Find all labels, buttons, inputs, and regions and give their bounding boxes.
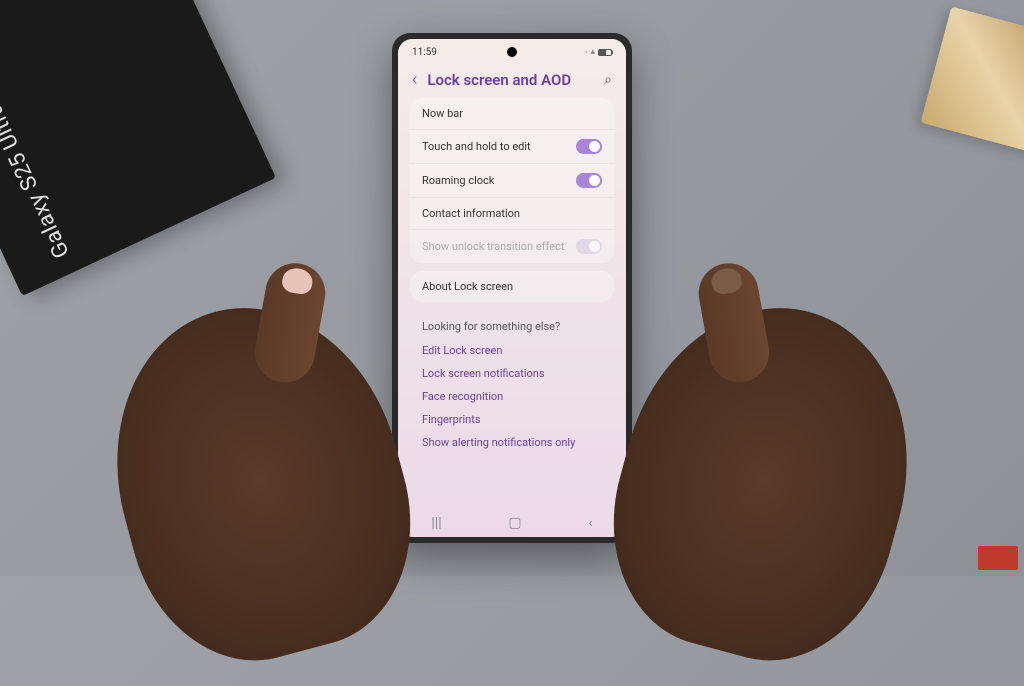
settings-group-2: About Lock screen	[410, 271, 614, 302]
link-face[interactable]: Face recognition	[422, 385, 602, 408]
status-time: 11:59	[412, 47, 437, 58]
row-label: Contact information	[422, 207, 520, 220]
row-unlock-effect: Show unlock transition effect	[410, 229, 614, 263]
right-nail	[710, 266, 744, 296]
link-edit-lock[interactable]: Edit Lock screen	[422, 339, 602, 362]
phone-screen: 11:59 ◦ ▴ ‹ Lock screen and AOD ⌕ Now ba…	[398, 39, 626, 537]
product-box: Galaxy S25 Ultra	[0, 0, 276, 296]
row-now-bar[interactable]: Now bar	[410, 98, 614, 129]
row-touch-hold[interactable]: Touch and hold to edit	[410, 129, 614, 163]
camera-cutout	[507, 47, 517, 57]
box-label: Galaxy S25 Ultra	[0, 99, 75, 262]
row-label: Touch and hold to edit	[422, 140, 531, 153]
settings-header: ‹ Lock screen and AOD ⌕	[398, 61, 626, 98]
footer-heading: Looking for something else?	[422, 314, 602, 339]
corner-logo	[978, 546, 1018, 570]
row-label: Now bar	[422, 107, 463, 120]
footer-links: Looking for something else? Edit Lock sc…	[410, 310, 614, 458]
search-icon[interactable]: ⌕	[604, 72, 612, 88]
left-finger	[250, 259, 330, 388]
left-hand	[79, 276, 440, 686]
back-icon[interactable]: ‹	[412, 69, 417, 90]
nav-home-icon[interactable]: ▢	[508, 515, 521, 531]
settings-group-1: Now bar Touch and hold to edit Roaming c…	[410, 98, 614, 263]
toggle-unlock-effect	[576, 239, 602, 254]
row-roaming[interactable]: Roaming clock	[410, 163, 614, 197]
link-notifications[interactable]: Lock screen notifications	[422, 362, 602, 385]
left-nail	[281, 266, 315, 296]
page-title: Lock screen and AOD	[427, 71, 594, 89]
phone-device: 11:59 ◦ ▴ ‹ Lock screen and AOD ⌕ Now ba…	[392, 33, 632, 543]
settings-list: Now bar Touch and hold to edit Roaming c…	[398, 98, 626, 507]
toggle-touch-hold[interactable]	[576, 139, 602, 154]
battery-icon	[598, 49, 612, 56]
status-icons: ◦ ▴	[584, 47, 612, 58]
row-contact[interactable]: Contact information	[410, 197, 614, 229]
row-label: Roaming clock	[422, 174, 494, 187]
right-finger	[694, 259, 774, 388]
link-alerting[interactable]: Show alerting notifications only	[422, 431, 602, 454]
wood-object	[921, 7, 1024, 154]
right-hand	[583, 276, 944, 686]
nav-recents-icon[interactable]: |||	[431, 515, 441, 531]
row-label: About Lock screen	[422, 280, 513, 293]
toggle-roaming[interactable]	[576, 173, 602, 188]
wifi-icon: ◦	[584, 47, 587, 58]
navigation-bar: ||| ▢ ‹	[398, 507, 626, 537]
nav-back-icon[interactable]: ‹	[588, 515, 592, 531]
row-label: Show unlock transition effect	[422, 240, 564, 253]
signal-icon: ▴	[590, 47, 595, 57]
link-fingerprints[interactable]: Fingerprints	[422, 408, 602, 431]
row-about[interactable]: About Lock screen	[410, 271, 614, 302]
